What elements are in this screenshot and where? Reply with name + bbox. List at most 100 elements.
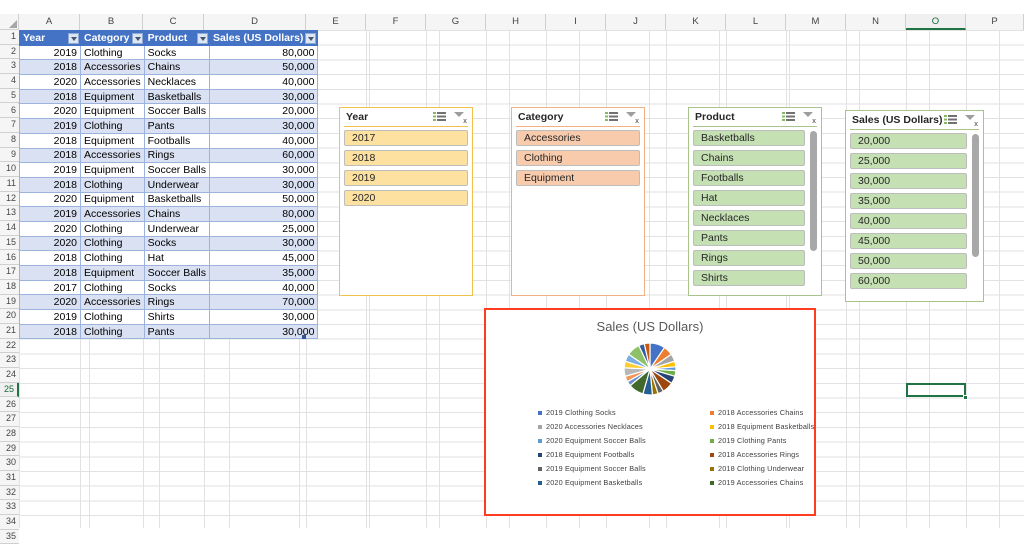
column-header-a[interactable]: A bbox=[19, 14, 80, 30]
table-row[interactable]: 2019 Clothing Shirts 30,000 bbox=[19, 309, 319, 325]
table-cell[interactable]: 30,000 bbox=[208, 309, 319, 325]
row-header-25[interactable]: 25 bbox=[0, 382, 19, 398]
slicer-items-sales[interactable]: 20,000 25,000 30,000 35,000 40,000 45,000 50,0… bbox=[846, 130, 983, 303]
slicer-year[interactable]: Year 2017 2018 2019 2020 bbox=[339, 107, 473, 296]
row-header-23[interactable]: 23 bbox=[0, 353, 19, 369]
slicer-item[interactable]: Equipment bbox=[516, 170, 640, 186]
table-row[interactable]: 2018 Accessories Rings 60,000 bbox=[19, 147, 319, 164]
row-header-32[interactable]: 32 bbox=[0, 485, 19, 501]
table-cell[interactable]: 70,000 bbox=[208, 294, 319, 311]
table-cell[interactable]: Accessories bbox=[80, 294, 145, 311]
table-cell[interactable]: 30,000 bbox=[208, 88, 319, 105]
table-cell[interactable]: Basketballs bbox=[143, 191, 210, 208]
table-row[interactable]: 2018 Equipment Footballs 40,000 bbox=[19, 132, 319, 149]
filter-dropdown-icon[interactable] bbox=[131, 32, 143, 44]
table-resize-handle[interactable] bbox=[302, 334, 306, 339]
active-cell-fill-handle[interactable] bbox=[963, 394, 968, 400]
table-cell[interactable]: 35,000 bbox=[208, 265, 319, 281]
multi-select-icon[interactable] bbox=[605, 111, 618, 123]
table-cell[interactable]: Socks bbox=[143, 235, 210, 252]
table-row[interactable]: 2020 Accessories Rings 70,000 bbox=[19, 294, 319, 311]
column-header-e[interactable]: E bbox=[306, 14, 366, 30]
multi-select-icon[interactable] bbox=[433, 111, 446, 123]
table-cell[interactable]: 2019 bbox=[19, 162, 81, 178]
slicer-item[interactable]: Necklaces bbox=[693, 210, 805, 226]
table-cell[interactable]: Clothing bbox=[80, 44, 145, 61]
table-cell[interactable]: Clothing bbox=[80, 309, 145, 325]
table-header-year[interactable]: Year bbox=[19, 30, 81, 46]
table-cell[interactable]: 2019 bbox=[19, 206, 81, 222]
table-cell[interactable]: Underwear bbox=[143, 176, 210, 193]
row-header-30[interactable]: 30 bbox=[0, 456, 19, 471]
table-cell[interactable]: 2018 bbox=[19, 88, 81, 105]
table-row[interactable]: 2019 Accessories Chains 80,000 bbox=[19, 206, 319, 222]
table-cell[interactable]: Footballs bbox=[143, 132, 210, 149]
table-cell[interactable]: Socks bbox=[143, 279, 210, 296]
row-header-29[interactable]: 29 bbox=[0, 441, 19, 457]
row-header-28[interactable]: 28 bbox=[0, 426, 19, 442]
table-cell[interactable]: Equipment bbox=[80, 265, 145, 281]
slicer-items-year[interactable]: 2017 2018 2019 2020 bbox=[340, 127, 472, 297]
table-cell[interactable]: Pants bbox=[143, 323, 210, 340]
sales-data-table[interactable]: Year Category Product Sales (US Dollars) 20… bbox=[19, 30, 319, 340]
table-cell[interactable]: Clothing bbox=[80, 176, 145, 193]
table-row[interactable]: 2018 Equipment Soccer Balls 35,000 bbox=[19, 265, 319, 281]
sales-pie-chart[interactable]: Sales (US Dollars) 2019 Clothing Socks 20… bbox=[484, 308, 816, 516]
spreadsheet-grid[interactable]: ABCDEFGHIJKLMNOP 1 2 3 4 5 6 7 8 9 10 11 12 13 14 15 16… bbox=[0, 0, 1024, 544]
row-header-4[interactable]: 4 bbox=[0, 74, 19, 89]
row-header-11[interactable]: 11 bbox=[0, 177, 19, 192]
multi-select-icon[interactable] bbox=[944, 114, 957, 126]
column-header-p[interactable]: P bbox=[966, 14, 1024, 30]
table-header-category[interactable]: Category bbox=[80, 30, 145, 46]
row-header-2[interactable]: 2 bbox=[0, 44, 19, 60]
slicer-item[interactable]: 50,000 bbox=[850, 253, 967, 269]
table-cell[interactable]: Soccer Balls bbox=[143, 103, 210, 120]
table-cell[interactable]: Equipment bbox=[80, 103, 145, 120]
slicer-item[interactable]: Footballs bbox=[693, 170, 805, 186]
filter-dropdown-icon[interactable] bbox=[196, 32, 208, 44]
table-row[interactable]: 2017 Clothing Socks 40,000 bbox=[19, 279, 319, 296]
table-cell[interactable]: 80,000 bbox=[208, 206, 319, 222]
table-cell[interactable]: Accessories bbox=[80, 147, 145, 164]
table-header-sales-us-dollars[interactable]: Sales (US Dollars) bbox=[208, 30, 319, 46]
row-header-17[interactable]: 17 bbox=[0, 265, 19, 280]
table-row[interactable]: 2020 Equipment Basketballs 50,000 bbox=[19, 191, 319, 208]
filter-dropdown-icon[interactable] bbox=[305, 32, 317, 44]
clear-filter-icon[interactable] bbox=[625, 111, 639, 125]
slicer-item[interactable]: 25,000 bbox=[850, 153, 967, 169]
select-all-corner[interactable] bbox=[0, 14, 19, 30]
table-cell[interactable]: Pants bbox=[143, 118, 210, 134]
table-cell[interactable]: 40,000 bbox=[208, 74, 319, 90]
table-cell[interactable]: Equipment bbox=[80, 88, 145, 105]
slicer-scrollbar[interactable] bbox=[972, 134, 979, 257]
column-header-d[interactable]: D bbox=[204, 14, 306, 30]
table-header-product[interactable]: Product bbox=[143, 30, 210, 46]
table-cell[interactable]: 45,000 bbox=[208, 250, 319, 266]
table-cell[interactable]: 2018 bbox=[19, 147, 81, 164]
column-header-f[interactable]: F bbox=[366, 14, 426, 30]
table-cell[interactable]: 25,000 bbox=[208, 220, 319, 237]
row-header-22[interactable]: 22 bbox=[0, 338, 19, 354]
column-header-i[interactable]: I bbox=[546, 14, 606, 30]
slicer-item[interactable]: 40,000 bbox=[850, 213, 967, 229]
table-cell[interactable]: 50,000 bbox=[208, 191, 319, 208]
table-row[interactable]: 2020 Accessories Necklaces 40,000 bbox=[19, 74, 319, 90]
slicer-item[interactable]: Basketballs bbox=[693, 130, 805, 146]
table-cell[interactable]: Equipment bbox=[80, 191, 145, 208]
table-cell[interactable]: 30,000 bbox=[208, 235, 319, 252]
table-cell[interactable]: Underwear bbox=[143, 220, 210, 237]
table-cell[interactable]: Chains bbox=[143, 59, 210, 76]
clear-filter-icon[interactable] bbox=[453, 111, 467, 125]
table-cell[interactable]: 2019 bbox=[19, 309, 81, 325]
table-cell[interactable]: Chains bbox=[143, 206, 210, 222]
row-header-31[interactable]: 31 bbox=[0, 471, 19, 486]
table-cell[interactable]: Rings bbox=[143, 147, 210, 164]
table-cell[interactable]: 2018 bbox=[19, 323, 81, 340]
row-header-24[interactable]: 24 bbox=[0, 368, 19, 383]
table-row[interactable]: 2020 Equipment Soccer Balls 20,000 bbox=[19, 103, 319, 120]
row-header-8[interactable]: 8 bbox=[0, 132, 19, 148]
row-header-26[interactable]: 26 bbox=[0, 397, 19, 413]
table-cell[interactable]: 2020 bbox=[19, 294, 81, 311]
column-header-m[interactable]: M bbox=[786, 14, 846, 30]
slicer-item[interactable]: 35,000 bbox=[850, 193, 967, 209]
